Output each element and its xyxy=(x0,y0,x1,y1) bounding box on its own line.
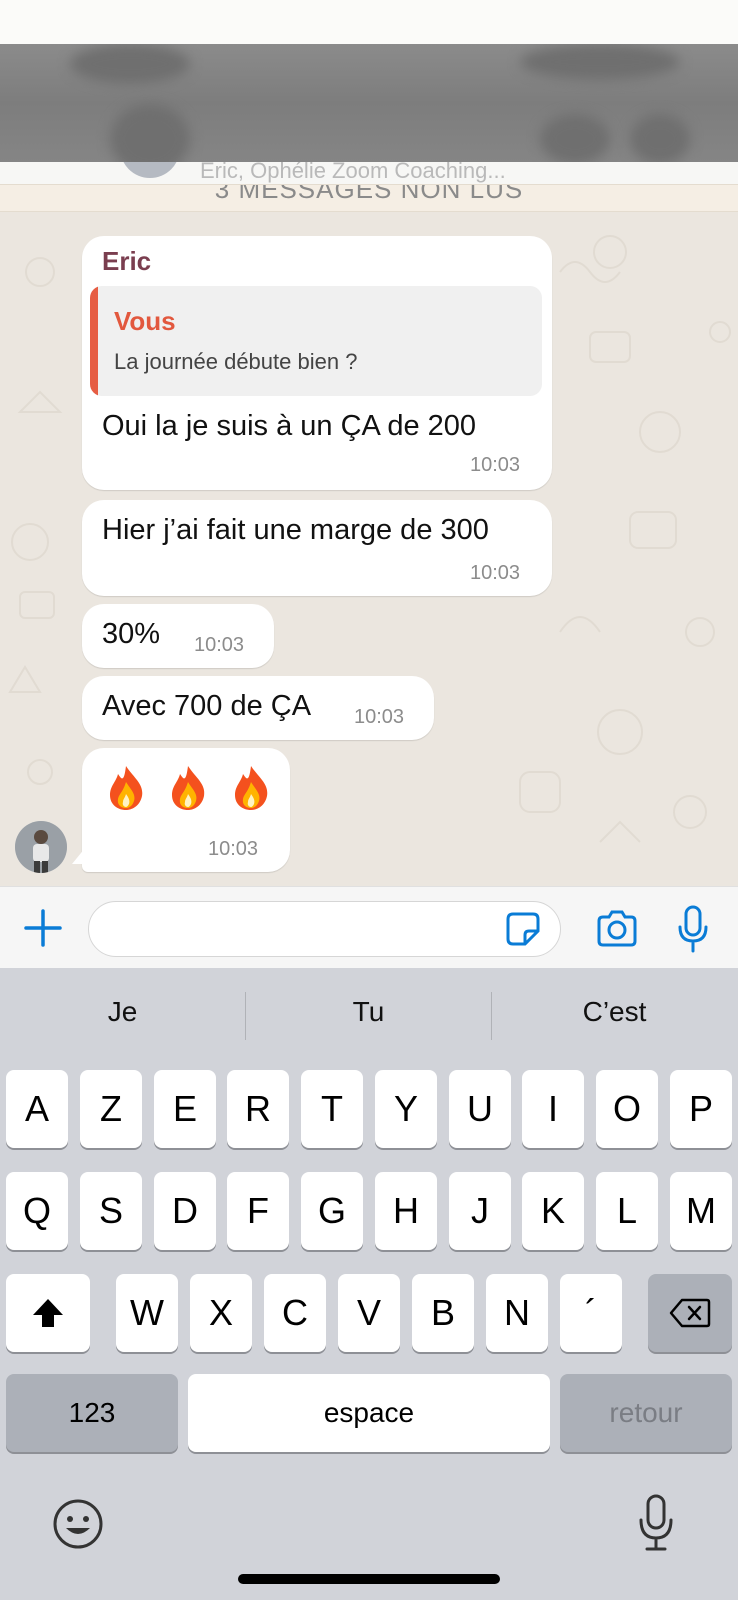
key-t[interactable]: T xyxy=(301,1070,363,1148)
chat-header-blurred xyxy=(0,44,738,162)
person-photo-icon xyxy=(15,821,67,873)
shift-arrow-icon xyxy=(33,1299,63,1327)
key-n[interactable]: N xyxy=(486,1274,548,1352)
key-p[interactable]: P xyxy=(670,1070,732,1148)
suggestion-3[interactable]: C’est xyxy=(492,996,737,1028)
key-h[interactable]: H xyxy=(375,1172,437,1250)
plus-icon[interactable] xyxy=(22,907,64,949)
key-r[interactable]: R xyxy=(227,1070,289,1148)
camera-icon[interactable] xyxy=(595,909,639,949)
message-text: Oui la je suis à un ÇA de 200 xyxy=(102,410,477,442)
message-time: 10:03 xyxy=(194,634,245,656)
key-q[interactable]: Q xyxy=(6,1172,68,1250)
shift-key[interactable] xyxy=(6,1274,90,1352)
unread-banner: 3 MESSAGES NON LUS xyxy=(0,184,738,212)
emoji-keyboard-icon[interactable] xyxy=(52,1498,104,1550)
key-accent[interactable]: ´ xyxy=(560,1274,622,1352)
key-s[interactable]: S xyxy=(80,1172,142,1250)
numbers-key[interactable]: 123 xyxy=(6,1374,178,1452)
message-text: 30% xyxy=(102,618,161,650)
quote-text: La journée débute bien ? xyxy=(114,349,358,374)
message-bubble[interactable]: Avec 700 de ÇA 10:03 xyxy=(82,676,434,740)
key-v[interactable]: V xyxy=(338,1274,400,1352)
key-w[interactable]: W xyxy=(116,1274,178,1352)
key-e[interactable]: E xyxy=(154,1070,216,1148)
keyboard: Je Tu C’est A Z E R T Y U I O P Q S D F … xyxy=(0,968,738,1600)
message-bubble[interactable]: 30% 10:03 xyxy=(82,604,274,668)
backspace-key[interactable] xyxy=(648,1274,732,1352)
message-bubble[interactable]: 🔥🔥🔥 10:03 xyxy=(82,748,290,872)
microphone-icon[interactable] xyxy=(676,905,710,953)
predictive-bar: Je Tu C’est xyxy=(0,968,738,1066)
fire-emoji-icon xyxy=(234,766,268,810)
message-text: Avec 700 de ÇA xyxy=(102,690,312,722)
chat-area[interactable]: Eric Vous La journée débute bien ? Oui l… xyxy=(0,212,738,886)
compose-bar xyxy=(0,886,738,968)
key-f[interactable]: F xyxy=(227,1172,289,1250)
flame-emoji-row xyxy=(104,764,287,817)
suggestion-2[interactable]: Tu xyxy=(246,996,491,1028)
fire-emoji-icon xyxy=(172,766,205,810)
home-indicator[interactable] xyxy=(238,1574,500,1584)
message-input[interactable] xyxy=(88,901,561,957)
key-a[interactable]: A xyxy=(6,1070,68,1148)
message-time: 10:03 xyxy=(354,706,405,728)
key-g[interactable]: G xyxy=(301,1172,363,1250)
key-o[interactable]: O xyxy=(596,1070,658,1148)
key-j[interactable]: J xyxy=(449,1172,511,1250)
message-time: 10:03 xyxy=(470,562,521,584)
key-d[interactable]: D xyxy=(154,1172,216,1250)
key-i[interactable]: I xyxy=(522,1070,584,1148)
bubble-tail xyxy=(72,842,90,864)
space-key[interactable]: espace xyxy=(188,1374,550,1452)
key-z[interactable]: Z xyxy=(80,1070,142,1148)
key-x[interactable]: X xyxy=(190,1274,252,1352)
key-k[interactable]: K xyxy=(522,1172,584,1250)
key-l[interactable]: L xyxy=(596,1172,658,1250)
key-c[interactable]: C xyxy=(264,1274,326,1352)
sticker-icon[interactable] xyxy=(505,911,541,947)
message-time: 10:03 xyxy=(208,838,259,860)
sender-name: Eric xyxy=(102,246,152,276)
group-avatar[interactable] xyxy=(120,162,180,178)
unread-banner-text: 3 MESSAGES NON LUS xyxy=(214,184,524,204)
backspace-icon xyxy=(669,1298,711,1328)
message-text: Hier j’ai fait une marge de 300 xyxy=(102,514,489,546)
quote-author: Vous xyxy=(114,306,176,336)
status-bar xyxy=(0,0,738,44)
chat-header-peek[interactable]: Eric, Ophélie Zoom Coaching... xyxy=(0,162,738,184)
return-key[interactable]: retour xyxy=(560,1374,732,1452)
key-b[interactable]: B xyxy=(412,1274,474,1352)
sender-avatar[interactable] xyxy=(15,821,67,873)
reply-quote[interactable]: Vous La journée débute bien ? xyxy=(90,286,542,396)
key-m[interactable]: M xyxy=(670,1172,732,1250)
message-bubble[interactable]: Eric Vous La journée débute bien ? Oui l… xyxy=(82,236,552,490)
message-time: 10:03 xyxy=(470,454,521,476)
fire-emoji-icon xyxy=(110,766,143,810)
key-y[interactable]: Y xyxy=(375,1070,437,1148)
message-bubble[interactable]: Hier j’ai fait une marge de 300 10:03 xyxy=(82,500,552,596)
group-subtitle: Eric, Ophélie Zoom Coaching... xyxy=(200,162,506,183)
key-u[interactable]: U xyxy=(449,1070,511,1148)
suggestion-1[interactable]: Je xyxy=(0,996,245,1028)
dictation-microphone-icon[interactable] xyxy=(636,1494,676,1552)
quote-accent-bar xyxy=(90,286,98,396)
